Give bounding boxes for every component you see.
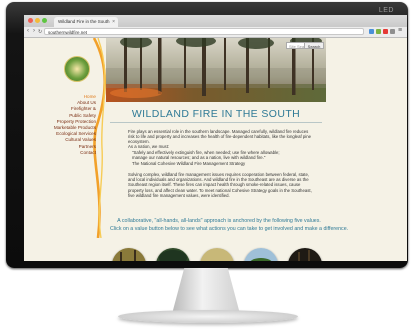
sidebar: Home About Us Firefighter & Public Safet… — [34, 38, 107, 261]
back-icon[interactable]: ‹ — [27, 28, 29, 34]
extension-icon[interactable] — [390, 29, 395, 34]
reload-icon[interactable]: ↻ — [38, 29, 42, 35]
intro-paragraph: Fire plays an essential role in the sout… — [128, 129, 311, 145]
extension-icon[interactable] — [376, 29, 381, 34]
title-divider — [110, 122, 322, 123]
close-window-icon[interactable] — [28, 18, 33, 23]
nav-item-contact[interactable]: Contact — [54, 150, 96, 156]
quote-source: The National Cohesive Wildland Fire Mana… — [132, 161, 246, 166]
browser-tab-bar: Wildland Fire in the South × — [24, 15, 407, 27]
values-intro-line: A collaborative, "all-hands, all-lands" … — [117, 218, 321, 224]
value-button-property-image[interactable] — [156, 248, 190, 261]
extension-icon[interactable] — [383, 29, 388, 34]
value-button-cultural-image[interactable] — [288, 248, 322, 261]
site-search-button[interactable]: Search — [304, 42, 324, 49]
page-title: WILDLAND FIRE IN THE SOUTH — [131, 108, 301, 120]
tab-title: Wildland Fire in the South — [58, 19, 110, 24]
close-icon[interactable]: × — [112, 17, 115, 27]
management-paragraph: Solving complex, wildland fire managemen… — [128, 172, 312, 198]
value-button-ecological-image[interactable] — [244, 248, 278, 261]
screen: Wildland Fire in the South × ‹ › ↻ south… — [24, 15, 407, 261]
site-logo[interactable] — [64, 56, 90, 82]
forward-icon[interactable]: › — [33, 28, 35, 34]
value-buttons-row — [112, 248, 332, 261]
values-instruction-line: Click on a value button below to see wha… — [110, 226, 349, 232]
strategy-quote: "Safely and effectively extinguish fire,… — [132, 150, 280, 161]
address-bar[interactable]: southernwildfire.net — [44, 28, 364, 35]
monitor-stand-base — [118, 310, 298, 323]
value-button-products-image[interactable] — [200, 248, 234, 261]
web-page: Home About Us Firefighter & Public Safet… — [24, 38, 407, 261]
browser-toolbar: ‹ › ↻ southernwildfire.net ≡ — [24, 27, 407, 38]
monitor-brand-label: LED — [378, 7, 394, 14]
as-nation-text: As a nation, we must: — [128, 144, 170, 149]
extension-icon[interactable] — [369, 29, 374, 34]
minimize-window-icon[interactable] — [35, 18, 40, 23]
browser-menu-icon[interactable]: ≡ — [398, 27, 402, 34]
site-nav: Home About Us Firefighter & Public Safet… — [54, 94, 96, 156]
value-button-firefighter-image[interactable] — [112, 248, 146, 261]
maximize-window-icon[interactable] — [42, 18, 47, 23]
monitor-stand-neck — [172, 268, 240, 314]
browser-tab[interactable]: Wildland Fire in the South × — [54, 17, 118, 27]
monitor-bezel: LED Wildland Fire in the South × ‹ › ↻ s… — [6, 2, 408, 268]
